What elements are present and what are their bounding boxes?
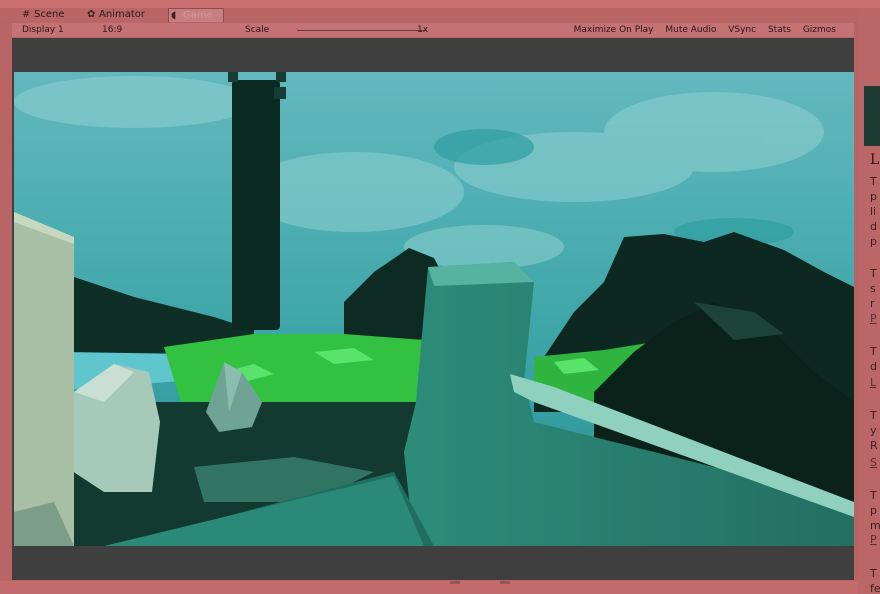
animator-icon: ✿ [87,9,96,20]
window-top-bar [0,0,880,8]
tower [232,80,280,330]
maximize-on-play-toggle[interactable]: Maximize On Play [574,25,654,35]
stats-toggle[interactable]: Stats [768,25,791,35]
gizmos-dropdown[interactable]: Gizmos [803,25,836,35]
vsync-toggle[interactable]: VSync [728,25,756,35]
game-viewport[interactable] [12,38,854,580]
panel-heading: L [870,152,880,168]
display-dropdown[interactable]: Display 1 [22,23,64,37]
tab-label: Scene [34,9,65,20]
panel-text: T p li d p [870,175,877,248]
resize-grip[interactable] [500,581,510,584]
resize-grip[interactable] [450,581,460,584]
mute-audio-toggle[interactable]: Mute Audio [665,25,716,35]
panel-text: T s r [870,267,877,310]
tab-game[interactable]: ◖ Game [168,8,224,22]
panel-text: T y R [870,409,878,452]
bottom-strip [0,581,858,594]
panel-text: T d [870,345,877,373]
game-render [14,72,854,546]
tab-label: Animator [99,9,145,20]
panel-link[interactable]: P [870,312,877,325]
inspector-panel: L T p li d p T s r P T d L T y R S T p m… [858,8,880,594]
game-view-toolbar: Display 1 16:9 Scale 1x Maximize On Play… [12,23,854,37]
grass-field [164,334,444,412]
tab-label: Game [183,10,213,21]
scale-value: 1x [417,25,429,35]
tab-scene[interactable]: # Scene [20,8,82,22]
wall-left [14,212,74,546]
panel-link[interactable]: P [870,533,877,546]
panel-link[interactable]: L [870,376,876,389]
pacman-icon: ◖ [171,10,177,21]
scale-label: Scale [245,25,270,35]
panel-link[interactable]: S [870,456,877,469]
scale-slider[interactable] [297,30,427,31]
tab-bar: # Scene ✿ Animator ◖ Game [0,8,860,22]
panel-text: T p m [870,489,880,532]
tab-animator[interactable]: ✿ Animator [85,8,167,22]
aspect-dropdown[interactable]: 16:9 [102,23,122,37]
panel-text: T fe [870,567,880,594]
panel-image [864,86,880,146]
grid-icon: # [22,9,31,20]
